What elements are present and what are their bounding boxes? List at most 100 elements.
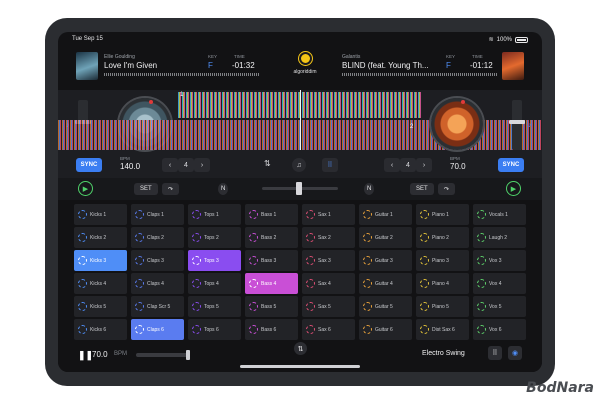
- sample-pad[interactable]: Vox 5: [473, 296, 526, 317]
- sample-pad[interactable]: Claps 3: [131, 250, 184, 271]
- sample-pad[interactable]: Piano 2: [416, 227, 469, 248]
- pad-label: Tops 4: [204, 280, 219, 287]
- sample-pad[interactable]: Dist Sax 6: [416, 319, 469, 340]
- sample-pad[interactable]: Claps 4: [131, 273, 184, 294]
- sample-pad[interactable]: Bass 2: [245, 227, 298, 248]
- deck-right-header[interactable]: Galantis BLIND (feat. Young Th... KEY F …: [336, 52, 524, 82]
- deck-right-bpm[interactable]: BPM 70.0: [450, 156, 466, 171]
- deck-right-pitch-fader[interactable]: [509, 100, 525, 150]
- pad-ring-icon: [306, 256, 315, 265]
- sample-pad[interactable]: Tops 3: [188, 250, 241, 271]
- pause-icon[interactable]: ❚❚: [78, 350, 93, 361]
- deck-right-cue-jump-button[interactable]: ↷: [438, 183, 456, 195]
- sample-pad[interactable]: Vox 4: [473, 273, 526, 294]
- deck-right-play-button[interactable]: ▶: [506, 181, 521, 196]
- music-library-button[interactable]: ♫: [292, 158, 306, 172]
- sample-pad[interactable]: Sax 5: [302, 296, 355, 317]
- crossfader[interactable]: [262, 182, 338, 195]
- pad-label: Bass 3: [261, 257, 277, 264]
- sample-pad[interactable]: Piano 1: [416, 204, 469, 225]
- sample-pad[interactable]: Tops 5: [188, 296, 241, 317]
- deck-left-sync-button[interactable]: SYNC: [76, 158, 102, 172]
- sample-pad[interactable]: Piano 5: [416, 296, 469, 317]
- deck-right-cover-art[interactable]: [502, 52, 524, 80]
- deck-left-set-cue-button[interactable]: SET: [134, 183, 158, 195]
- sample-pad[interactable]: Guitar 6: [359, 319, 412, 340]
- pad-ring-icon: [306, 279, 315, 288]
- sample-pad[interactable]: Kicks 4: [74, 273, 127, 294]
- deck-left-cover-art[interactable]: [76, 52, 98, 80]
- deck-right-set-cue-button[interactable]: SET: [410, 183, 434, 195]
- deck-left-bpm[interactable]: BPM 140.0: [120, 156, 140, 171]
- deck-left-overview-wave[interactable]: [104, 73, 259, 76]
- sample-pad[interactable]: Guitar 5: [359, 296, 412, 317]
- deck-right-time-label: TIME: [472, 54, 483, 59]
- sample-pad[interactable]: Guitar 4: [359, 273, 412, 294]
- sample-pad[interactable]: Tops 6: [188, 319, 241, 340]
- pad-ring-icon: [420, 233, 429, 242]
- mixer-icon[interactable]: ⇅: [264, 159, 271, 168]
- sample-pad[interactable]: Guitar 1: [359, 204, 412, 225]
- sample-pad[interactable]: Claps 2: [131, 227, 184, 248]
- sample-pad[interactable]: Guitar 2: [359, 227, 412, 248]
- deck-right-sync-button[interactable]: SYNC: [498, 158, 524, 172]
- sample-pad[interactable]: Bass 4: [245, 273, 298, 294]
- sample-pad[interactable]: Sax 2: [302, 227, 355, 248]
- genre-selector[interactable]: Electro Swing: [422, 350, 465, 357]
- sample-pad[interactable]: Laugh 2: [473, 227, 526, 248]
- deck-right-key[interactable]: F: [446, 61, 451, 70]
- sample-pad[interactable]: Clap Scr 5: [131, 296, 184, 317]
- sample-pad[interactable]: Bass 3: [245, 250, 298, 271]
- deck-right-loop-button[interactable]: 4: [400, 158, 416, 172]
- deck-right-platter[interactable]: [431, 98, 483, 150]
- deck-left-key[interactable]: F: [208, 61, 213, 70]
- deck-right-neural-mix-button[interactable]: N: [364, 183, 375, 195]
- deck-left-neural-mix-button[interactable]: N: [218, 183, 229, 195]
- sample-pad[interactable]: Vox 3: [473, 250, 526, 271]
- pads-grid-button[interactable]: ⠿: [322, 158, 338, 172]
- deck-left-song: Love I'm Given: [104, 61, 158, 70]
- sample-pad[interactable]: Piano 4: [416, 273, 469, 294]
- pad-ring-icon: [192, 233, 201, 242]
- mixer-toggle-icon[interactable]: ⇅: [294, 342, 307, 355]
- sample-pad[interactable]: Vocals 1: [473, 204, 526, 225]
- sample-pad[interactable]: Bass 1: [245, 204, 298, 225]
- record-circle-button[interactable]: ◉: [508, 346, 522, 360]
- sample-pad[interactable]: Sax 3: [302, 250, 355, 271]
- sample-pad[interactable]: Kicks 1: [74, 204, 127, 225]
- deck-left-cue-jump-button[interactable]: ↷: [162, 183, 180, 195]
- sample-pad[interactable]: Bass 5: [245, 296, 298, 317]
- deck-right-tempo-up-button[interactable]: ›: [416, 158, 432, 172]
- pad-label: Guitar 6: [375, 326, 393, 333]
- sample-pad[interactable]: Claps 1: [131, 204, 184, 225]
- sample-pad[interactable]: Guitar 3: [359, 250, 412, 271]
- sample-pad[interactable]: Kicks 6: [74, 319, 127, 340]
- home-indicator[interactable]: [240, 365, 360, 368]
- sample-pad[interactable]: Kicks 3: [74, 250, 127, 271]
- deck-right-tempo-down-button[interactable]: ‹: [384, 158, 400, 172]
- sample-pad[interactable]: Piano 3: [416, 250, 469, 271]
- pad-label: Claps 3: [147, 257, 164, 264]
- deck-left-loop-button[interactable]: 4: [178, 158, 194, 172]
- sequencer-tempo-slider[interactable]: [136, 350, 190, 360]
- sample-pad[interactable]: Sax 1: [302, 204, 355, 225]
- sample-pad[interactable]: Tops 4: [188, 273, 241, 294]
- deck-left-header[interactable]: Ellie Goulding Love I'm Given KEY F TIME…: [76, 52, 264, 82]
- sample-pad[interactable]: Bass 6: [245, 319, 298, 340]
- grid-view-button[interactable]: ⠿: [488, 346, 502, 360]
- app-logo[interactable]: algoriddim: [285, 52, 325, 75]
- sequencer-bpm-value[interactable]: 70.0: [92, 350, 108, 359]
- deck-right-overview-wave[interactable]: [342, 73, 497, 76]
- sample-pad[interactable]: Tops 2: [188, 227, 241, 248]
- pad-label: Sax 2: [318, 234, 331, 241]
- sample-pad[interactable]: Kicks 5: [74, 296, 127, 317]
- sample-pad[interactable]: Sax 4: [302, 273, 355, 294]
- sample-pad[interactable]: Tops 1: [188, 204, 241, 225]
- deck-left-tempo-up-button[interactable]: ›: [194, 158, 210, 172]
- deck-left-play-button[interactable]: ▶: [78, 181, 93, 196]
- sample-pad[interactable]: Kicks 2: [74, 227, 127, 248]
- deck-left-tempo-down-button[interactable]: ‹: [162, 158, 178, 172]
- sample-pad[interactable]: Claps 6: [131, 319, 184, 340]
- sample-pad[interactable]: Vox 6: [473, 319, 526, 340]
- sample-pad[interactable]: Sax 6: [302, 319, 355, 340]
